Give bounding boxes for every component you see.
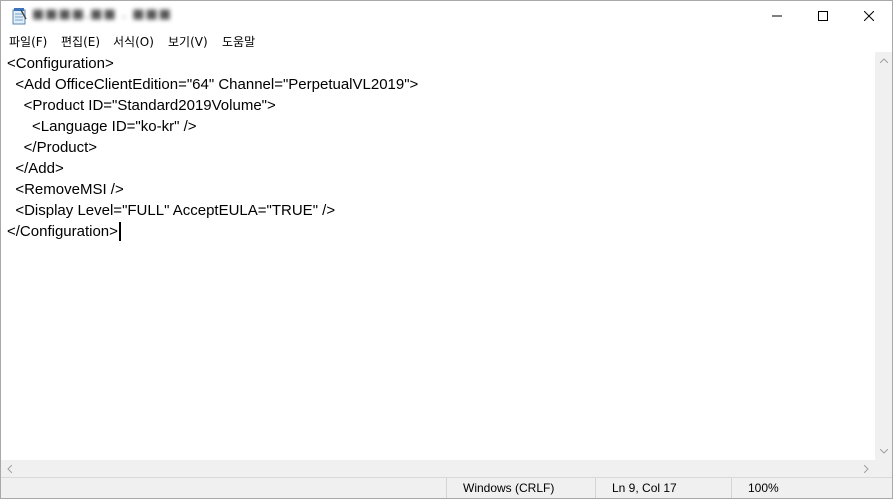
editor-line: <Configuration>: [7, 55, 114, 72]
status-separator: [731, 478, 732, 498]
editor-line: <Add OfficeClientEdition="64" Channel="P…: [7, 76, 419, 93]
editor-line: <Display Level="FULL" AcceptEULA="TRUE" …: [7, 202, 336, 219]
window-title: ■■■■.■■ . ■■■: [32, 7, 173, 22]
notepad-icon: [11, 7, 27, 25]
menu-format[interactable]: 서식(O): [113, 33, 154, 50]
text-editor[interactable]: <Configuration> <Add OfficeClientEdition…: [1, 52, 875, 460]
editor-line: <Language ID="ko-kr" />: [7, 118, 197, 135]
status-cursor-position: Ln 9, Col 17: [612, 481, 677, 495]
text-caret: [119, 222, 121, 241]
chevron-down-icon[interactable]: [875, 443, 892, 460]
menu-view[interactable]: 보기(V): [168, 33, 208, 50]
maximize-icon: [818, 11, 828, 21]
status-separator: [595, 478, 596, 498]
chevron-right-icon[interactable]: [858, 460, 875, 477]
horizontal-scrollbar[interactable]: [1, 460, 875, 477]
status-zoom: 100%: [748, 481, 779, 495]
chevron-left-icon[interactable]: [1, 460, 18, 477]
menu-bar: 파일(F) 편집(E) 서식(O) 보기(V) 도움말: [1, 31, 892, 51]
menu-help[interactable]: 도움말: [222, 33, 255, 50]
close-icon: [864, 11, 874, 21]
minimize-icon: [772, 15, 782, 17]
notepad-window: ■■■■.■■ . ■■■ 파일(F) 편집(E) 서식(O) 보기(V) 도움…: [0, 0, 893, 499]
chevron-up-icon[interactable]: [875, 52, 892, 69]
menu-file[interactable]: 파일(F): [9, 33, 47, 50]
status-separator: [446, 478, 447, 498]
scrollbar-corner: [875, 460, 892, 477]
menu-edit[interactable]: 편집(E): [61, 33, 100, 50]
editor-line: </Configuration>: [7, 223, 118, 240]
editor-line: </Product>: [7, 139, 98, 156]
editor-line: </Add>: [7, 160, 64, 177]
minimize-button[interactable]: [754, 1, 800, 31]
title-bar[interactable]: ■■■■.■■ . ■■■: [1, 1, 892, 31]
status-bar: Windows (CRLF) Ln 9, Col 17 100%: [1, 477, 892, 498]
vertical-scrollbar[interactable]: [875, 52, 892, 460]
close-button[interactable]: [846, 1, 892, 31]
editor-line: <RemoveMSI />: [7, 181, 124, 198]
editor-line: <Product ID="Standard2019Volume">: [7, 97, 276, 114]
maximize-button[interactable]: [800, 1, 846, 31]
status-line-ending: Windows (CRLF): [463, 481, 555, 495]
